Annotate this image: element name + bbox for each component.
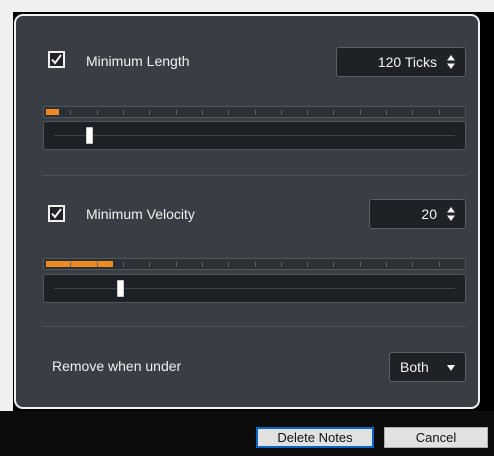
meter-tick — [255, 110, 256, 115]
minimum-length-checkbox[interactable] — [48, 51, 65, 68]
meter-tick — [360, 262, 361, 267]
remove-when-under-value: Both — [400, 359, 429, 375]
meter-tick — [439, 110, 440, 115]
meter-tick — [70, 262, 71, 267]
minimum-velocity-label: Minimum Velocity — [86, 206, 195, 222]
minimum-length-slider-thumb[interactable] — [86, 127, 93, 144]
delete-notes-button[interactable]: Delete Notes — [256, 427, 374, 448]
meter-tick — [281, 110, 282, 115]
remove-when-under-dropdown[interactable]: Both — [389, 352, 466, 382]
meter-tick — [360, 110, 361, 115]
meter-tick — [149, 110, 150, 115]
meter-tick — [228, 262, 229, 267]
meter-tick — [386, 262, 387, 267]
meter-tick — [97, 110, 98, 115]
meter-tick — [412, 262, 413, 267]
cancel-button[interactable]: Cancel — [384, 427, 488, 448]
remove-when-under-label: Remove when under — [52, 358, 182, 374]
meter-tick — [333, 262, 334, 267]
meter-tick — [70, 110, 71, 115]
meter-tick — [123, 110, 124, 115]
meter-tick — [123, 262, 124, 267]
minimum-length-slider[interactable] — [43, 121, 466, 150]
section-divider — [42, 326, 466, 327]
meter-tick — [386, 110, 387, 115]
minimum-velocity-spinbox[interactable]: 20 — [369, 199, 466, 229]
meter-tick — [255, 262, 256, 267]
meter-tick — [176, 262, 177, 267]
slider-track — [54, 135, 455, 136]
section-divider — [42, 175, 466, 176]
meter-tick — [307, 110, 308, 115]
meter-tick — [333, 110, 334, 115]
up-down-arrows-icon[interactable] — [446, 54, 456, 70]
minimum-velocity-meter — [43, 258, 466, 270]
minimum-velocity-meter-fill — [46, 261, 113, 267]
minimum-velocity-slider-thumb[interactable] — [117, 280, 124, 297]
meter-tick — [307, 262, 308, 267]
meter-tick — [412, 110, 413, 115]
minimum-length-spinbox[interactable]: 120 Ticks — [336, 47, 466, 77]
minimum-velocity-slider[interactable] — [43, 274, 466, 303]
up-down-arrows-icon[interactable] — [446, 206, 456, 222]
meter-tick — [202, 262, 203, 267]
meter-tick — [176, 110, 177, 115]
background-top — [0, 0, 494, 12]
checkmark-icon — [51, 54, 62, 65]
minimum-length-meter — [43, 106, 466, 118]
minimum-velocity-checkbox[interactable] — [48, 205, 65, 222]
minimum-length-label: Minimum Length — [86, 53, 190, 69]
minimum-length-value: 120 Ticks — [377, 54, 437, 70]
meter-tick — [439, 262, 440, 267]
meter-tick — [149, 262, 150, 267]
slider-track — [54, 288, 455, 289]
triangle-down-icon — [447, 365, 455, 371]
minimum-velocity-value: 20 — [421, 206, 437, 222]
background-left — [0, 0, 13, 456]
meter-tick — [281, 262, 282, 267]
meter-tick — [228, 110, 229, 115]
checkmark-icon — [51, 208, 62, 219]
meter-tick — [97, 262, 98, 267]
minimum-length-meter-fill — [46, 109, 59, 115]
meter-tick — [202, 110, 203, 115]
